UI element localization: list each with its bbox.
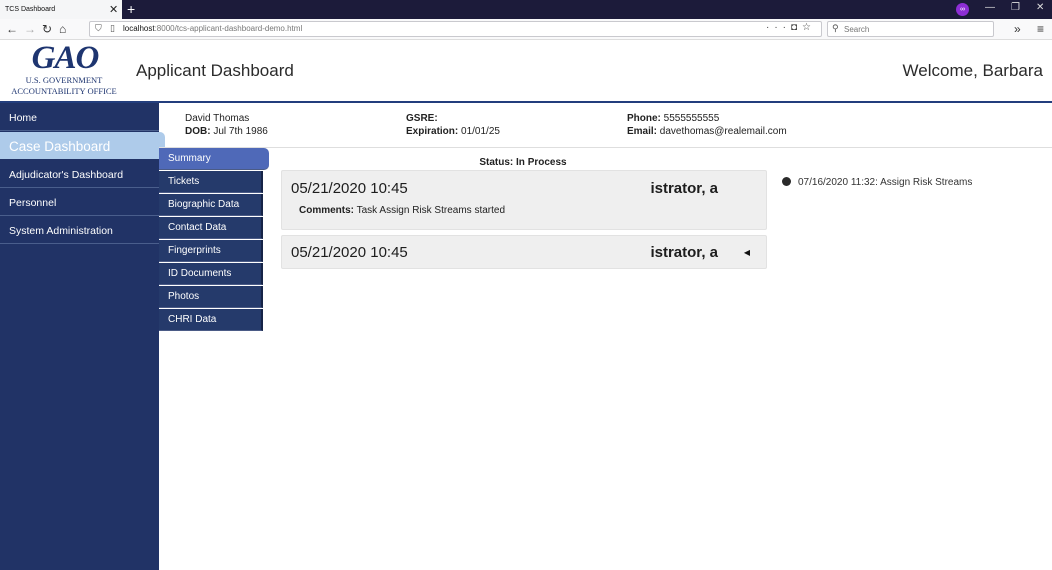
expand-toggle-icon[interactable]: ◀	[744, 248, 750, 257]
pocket-icon[interactable]: ◘	[791, 22, 802, 33]
page-title: Applicant Dashboard	[136, 61, 294, 80]
forward-icon[interactable]: →	[24, 22, 36, 36]
info-divider	[159, 147, 1052, 148]
url-actions: ···◘☆	[766, 22, 816, 33]
applicant-name: David Thomas	[185, 113, 250, 124]
overflow-icon[interactable]: »	[1014, 22, 1021, 36]
history-entry[interactable]: 05/21/2020 10:45 istrator, a Comments: T…	[281, 170, 767, 230]
entry-date: 05/21/2020 10:45	[291, 244, 408, 261]
tab-chri-data[interactable]: CHRI Data	[159, 309, 263, 331]
logo-line-1: U.S. GOVERNMENT	[25, 75, 103, 85]
search-bar[interactable]: ⚲	[827, 21, 994, 37]
tab-tickets[interactable]: Tickets	[159, 171, 263, 193]
tab-photos[interactable]: Photos	[159, 286, 263, 308]
sidebar-item-system-administration[interactable]: System Administration	[0, 216, 159, 244]
entry-user: istrator, a	[650, 244, 718, 261]
history-entry[interactable]: 05/21/2020 10:45 istrator, a ◀	[281, 235, 767, 269]
welcome-message: Welcome, Barbara	[902, 61, 1043, 80]
tab-title: TCS Dashboard	[5, 6, 56, 13]
logo-line-2: ACCOUNTABILITY OFFICE	[11, 86, 117, 96]
applicant-phone: Phone: 5555555555	[627, 113, 720, 124]
reload-icon[interactable]: ↻	[42, 22, 52, 36]
tab-id-documents[interactable]: ID Documents	[159, 263, 263, 285]
search-input[interactable]	[844, 23, 989, 35]
page-header: GAO U.S. GOVERNMENT ACCOUNTABILITY OFFIC…	[0, 40, 1052, 102]
case-status: Status: In Process	[479, 157, 567, 168]
entry-comments: Comments: Task Assign Risk Streams start…	[299, 205, 506, 216]
tab-close-icon[interactable]: ✕	[109, 3, 118, 16]
close-icon[interactable]: ✕	[1036, 2, 1044, 13]
new-tab-icon[interactable]: +	[127, 1, 135, 17]
browser-toolbar: ← → ↻ ⌂ ⛉ ▯ localhost:8000/tcs-applicant…	[0, 19, 1052, 40]
sidebar-item-home[interactable]: Home	[0, 103, 159, 131]
browser-tab[interactable]: TCS Dashboard ✕	[0, 0, 122, 19]
entry-user: istrator, a	[650, 180, 718, 197]
timeline-text: 07/16/2020 11:32: Assign Risk Streams	[798, 177, 973, 188]
applicant-email: Email: davethomas@realemail.com	[627, 126, 787, 137]
entry-date: 05/21/2020 10:45	[291, 180, 408, 197]
applicant-dob: DOB: Jul 7th 1986	[185, 126, 268, 137]
private-mask-icon: ∞	[956, 3, 969, 16]
more-icon[interactable]: ···	[766, 22, 791, 33]
applicant-expiration: Expiration: 01/01/25	[406, 126, 500, 137]
search-icon: ⚲	[832, 23, 839, 33]
url-text[interactable]: localhost:8000/tcs-applicant-dashboard-d…	[123, 24, 302, 33]
shield-icon[interactable]: ⛉	[95, 23, 102, 34]
tab-biographic-data[interactable]: Biographic Data	[159, 194, 263, 216]
sidebar-item-case-dashboard[interactable]: Case Dashboard	[0, 132, 165, 159]
sidebar-item-adjudicators-dashboard[interactable]: Adjudicator's Dashboard	[0, 160, 159, 188]
gao-logo: GAO	[31, 40, 100, 76]
back-icon[interactable]: ←	[6, 22, 18, 36]
browser-tab-strip: TCS Dashboard ✕ + ∞ — ❐ ✕	[0, 0, 1052, 19]
minimize-icon[interactable]: —	[985, 2, 995, 13]
applicant-gsre: GSRE:	[406, 113, 438, 124]
menu-icon[interactable]: ≡	[1037, 22, 1044, 36]
sidebar-item-personnel[interactable]: Personnel	[0, 188, 159, 216]
tab-fingerprints[interactable]: Fingerprints	[159, 240, 263, 262]
timeline-item: 07/16/2020 11:32: Assign Risk Streams	[782, 177, 972, 188]
timeline-dot-icon	[782, 177, 791, 186]
bookmark-icon[interactable]: ☆	[802, 22, 816, 33]
maximize-icon[interactable]: ❐	[1011, 2, 1020, 13]
url-bar[interactable]: ⛉ ▯ localhost:8000/tcs-applicant-dashboa…	[89, 21, 822, 37]
page-icon[interactable]: ▯	[110, 23, 115, 34]
tab-contact-data[interactable]: Contact Data	[159, 217, 263, 239]
home-icon[interactable]: ⌂	[59, 22, 66, 36]
tab-summary[interactable]: Summary	[159, 148, 269, 170]
